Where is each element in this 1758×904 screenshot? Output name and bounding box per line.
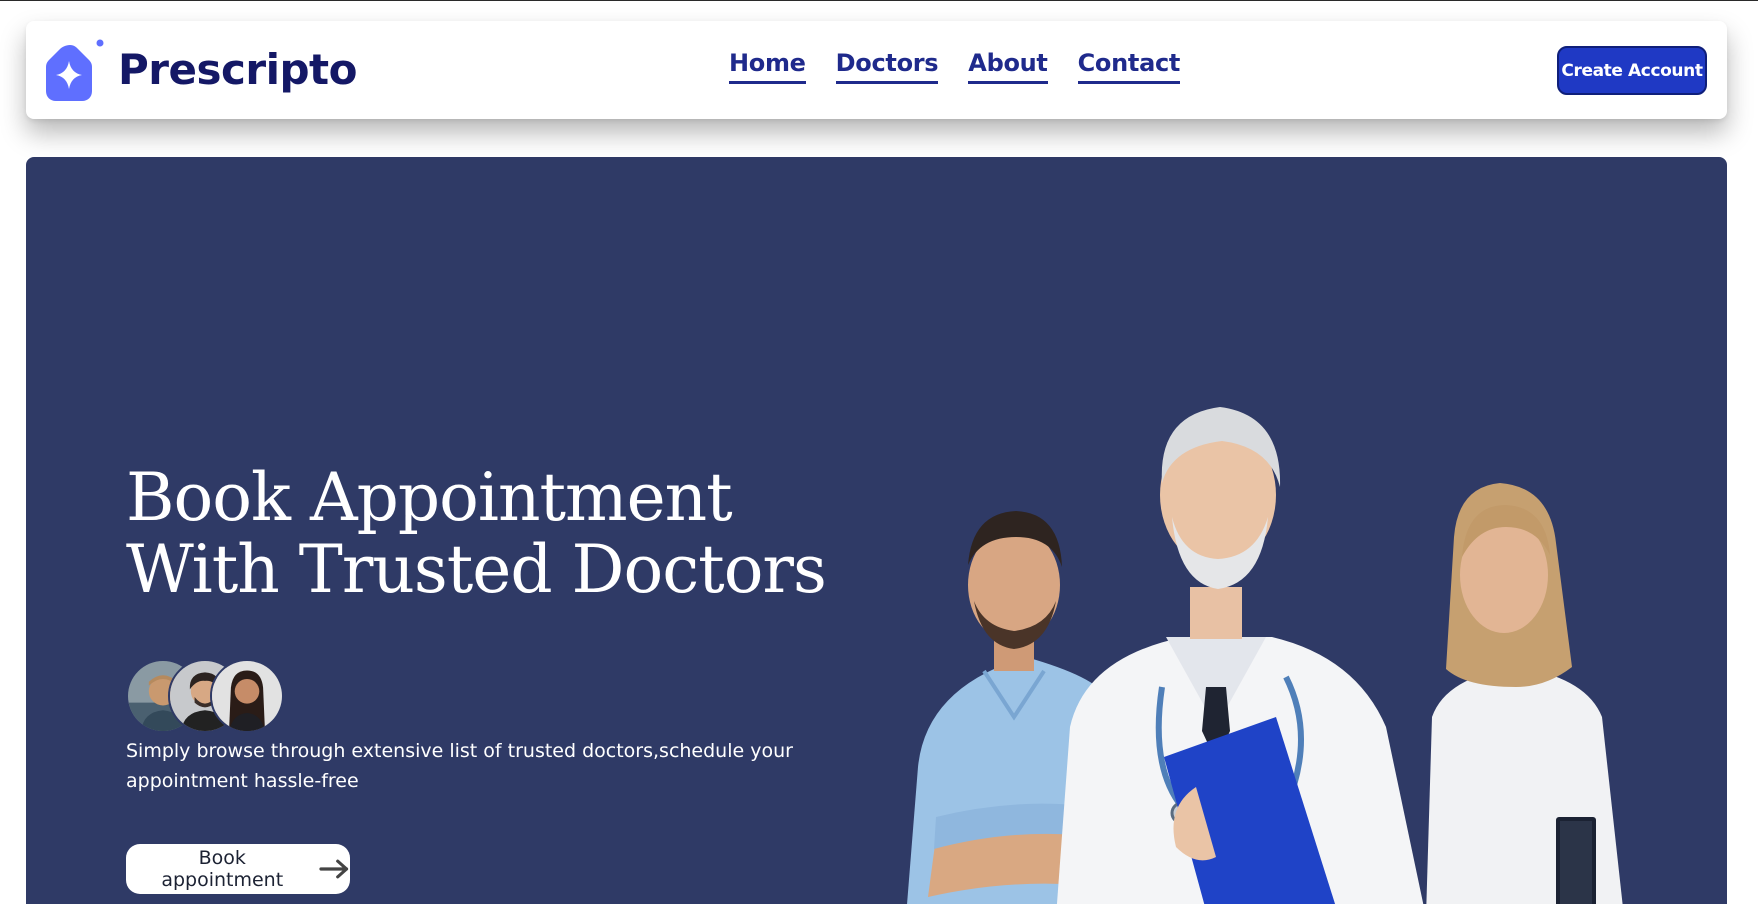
- main-nav: Home Doctors About Contact: [729, 51, 1180, 84]
- hero-title-line-1: Book Appointment: [126, 459, 733, 536]
- doctor-figure: [1056, 407, 1424, 904]
- avatar: [210, 659, 284, 733]
- avatar-group: [126, 659, 286, 733]
- hero-title-line-2: With Trusted Doctors: [126, 531, 827, 608]
- nav-link-contact[interactable]: Contact: [1077, 51, 1180, 84]
- book-appointment-button[interactable]: Book appointment: [126, 844, 350, 894]
- nav-link-doctors[interactable]: Doctors: [835, 51, 939, 84]
- nav-link-about[interactable]: About: [968, 51, 1048, 84]
- book-appointment-label: Book appointment: [161, 847, 284, 891]
- arrow-right-icon: [318, 859, 348, 879]
- nav-link-home[interactable]: Home: [729, 51, 806, 84]
- doctor-figure: [1426, 483, 1623, 904]
- star-badge-icon: [46, 39, 104, 101]
- brand-name: Prescripto: [118, 45, 357, 94]
- hero-section: Book Appointment With Trusted Doctors Si…: [26, 157, 1727, 904]
- logo[interactable]: Prescripto: [44, 37, 357, 103]
- create-account-button[interactable]: Create Account: [1557, 46, 1707, 95]
- hero-title: Book Appointment With Trusted Doctors: [126, 462, 886, 606]
- navbar: Prescripto Home Doctors About Contact Cr…: [26, 21, 1727, 119]
- doctors-group-image: [866, 387, 1726, 904]
- hero-description: Simply browse through extensive list of …: [126, 740, 793, 792]
